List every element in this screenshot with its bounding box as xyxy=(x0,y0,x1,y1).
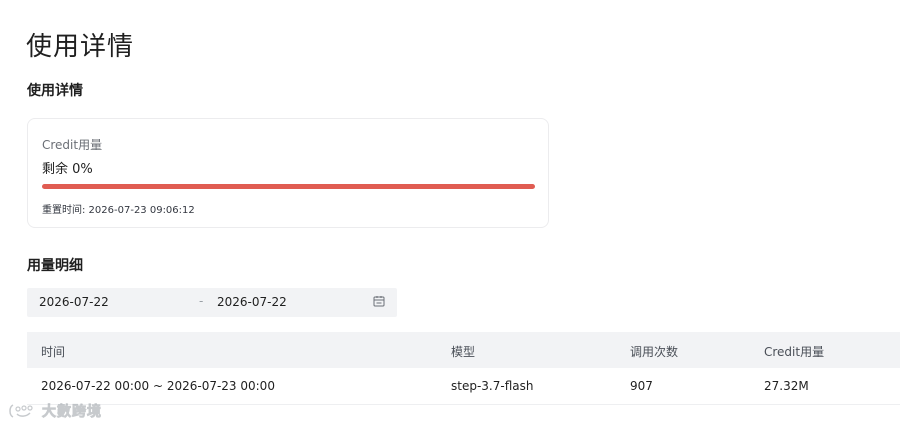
row-call-count: 907 xyxy=(630,379,653,393)
calendar-icon[interactable] xyxy=(373,295,385,307)
header-model: 模型 xyxy=(451,345,476,359)
usage-details-page: 使用详情 使用详情 Credit用量 剩余 0% 重置时间: 2026-07-2… xyxy=(0,0,900,428)
reset-time-text: 重置时间: 2026-07-23 09:06:12 xyxy=(42,205,195,216)
header-credit-usage: Credit用量 xyxy=(764,345,825,359)
watermark-logo-icon xyxy=(9,404,33,418)
header-time: 时间 xyxy=(41,345,66,359)
watermark: 大數跨境 xyxy=(8,398,102,424)
credit-progress-bar xyxy=(42,184,535,189)
table-row: 2026-07-22 00:00 ~ 2026-07-23 00:00 step… xyxy=(27,368,900,405)
page-title: 使用详情 xyxy=(26,32,135,62)
row-time: 2026-07-22 00:00 ~ 2026-07-23 00:00 xyxy=(41,379,275,393)
row-credit-usage: 27.32M xyxy=(764,379,809,393)
date-range-separator: - xyxy=(199,294,204,308)
credit-usage-card: Credit用量 剩余 0% 重置时间: 2026-07-23 09:06:12 xyxy=(27,118,549,228)
credit-usage-label: Credit用量 xyxy=(42,138,103,152)
usage-table-header: 时间 模型 调用次数 Credit用量 xyxy=(27,332,900,368)
credit-remaining-text: 剩余 0% xyxy=(42,162,93,177)
date-start-input[interactable]: 2026-07-22 xyxy=(39,295,109,309)
row-model: step-3.7-flash xyxy=(451,379,534,393)
watermark-text: 大數跨境 xyxy=(42,404,102,421)
date-end-input[interactable]: 2026-07-22 xyxy=(217,295,287,309)
date-range-picker[interactable]: 2026-07-22 - 2026-07-22 xyxy=(27,288,397,317)
header-call-count: 调用次数 xyxy=(630,345,679,359)
details-section-title: 用量明细 xyxy=(27,258,83,274)
usage-section-title: 使用详情 xyxy=(27,83,83,99)
